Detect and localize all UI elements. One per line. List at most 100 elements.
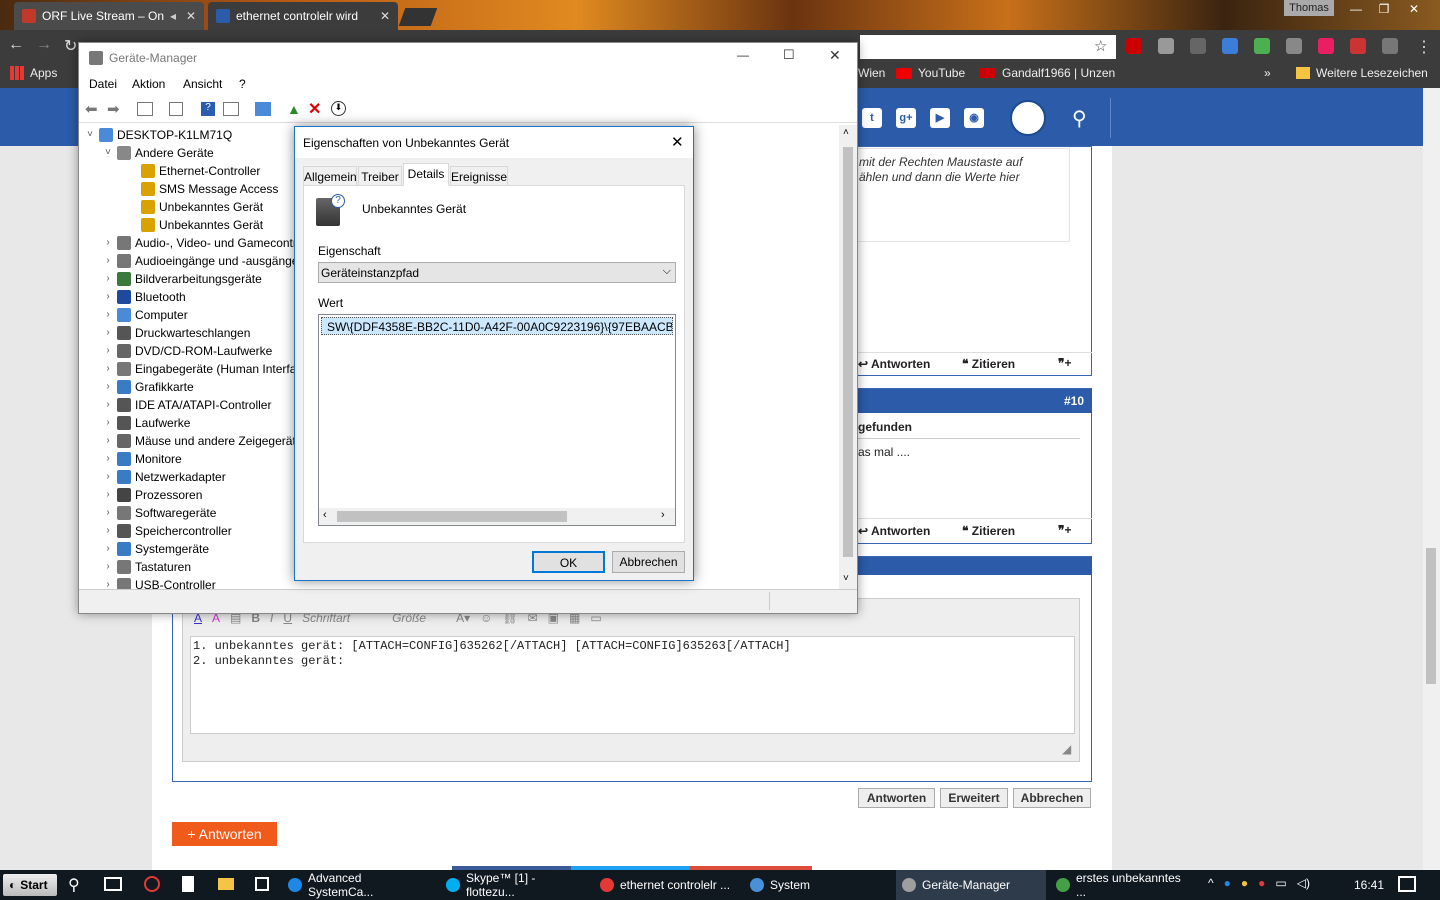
site-logo-icon[interactable] [1010, 100, 1046, 136]
view-icon[interactable] [137, 102, 153, 116]
scroll-thumb[interactable] [1426, 548, 1436, 684]
chevron-right-icon[interactable]: › [103, 522, 113, 540]
tree-root[interactable]: ˅ DESKTOP-K1LM71Q [85, 126, 232, 144]
resize-handle-icon[interactable]: ◢ [1062, 742, 1071, 756]
chevron-up-icon[interactable]: ^ [1208, 876, 1214, 890]
bookmark-apps[interactable]: Apps [10, 66, 57, 80]
menu-aktion[interactable]: Aktion [132, 77, 165, 91]
close-icon[interactable]: ✕ [671, 133, 684, 151]
menu-help[interactable]: ? [239, 77, 246, 91]
cancel-button[interactable]: Abbrechen [1013, 788, 1091, 808]
bookmarks-overflow[interactable]: » [1264, 66, 1271, 80]
scroll-thumb[interactable] [843, 147, 853, 557]
chevron-right-icon[interactable]: › [103, 468, 113, 486]
extension-icon[interactable] [1190, 38, 1206, 54]
minimize-icon[interactable]: — [1342, 0, 1370, 18]
reply-button[interactable]: Antworten [858, 788, 935, 808]
forward-icon[interactable]: → [36, 36, 52, 54]
chevron-right-icon[interactable]: › [103, 252, 113, 270]
reload-icon[interactable]: ↻ [64, 36, 77, 56]
tree-item-category[interactable]: › Audioeingänge und -ausgänge [103, 252, 298, 270]
chevron-right-icon[interactable]: › [103, 288, 113, 306]
extension-icon[interactable] [1350, 38, 1366, 54]
tree-item-category[interactable]: › Monitore [103, 450, 182, 468]
start-button[interactable]: ◐ Start [3, 874, 57, 896]
taskbar-item[interactable]: Advanced SystemCa... [282, 870, 436, 900]
view2-icon[interactable] [223, 102, 239, 116]
restore-icon[interactable]: ❐ [1370, 0, 1398, 18]
value-row[interactable]: SW\{DDF4358E-BB2C-11D0-A42F-00A0C9223196… [321, 317, 673, 335]
h-scrollbar[interactable]: ‹ › [319, 508, 675, 525]
download-icon[interactable] [1382, 38, 1398, 54]
chevron-right-icon[interactable]: › [103, 324, 113, 342]
menu-ansicht[interactable]: Ansicht [183, 77, 222, 91]
property-select[interactable]: Geräteinstanzpfad ⌵ [318, 262, 676, 283]
tree-item-category[interactable]: › Bildverarbeitungsgeräte [103, 270, 262, 288]
ok-button[interactable]: OK [532, 551, 605, 573]
big-reply-button[interactable]: + Antworten [172, 822, 277, 846]
minimize-icon[interactable]: — [737, 48, 749, 62]
scroll-up-icon[interactable]: ˄ [843, 127, 849, 138]
store-icon[interactable] [255, 877, 269, 891]
quote-link[interactable]: ❝ Zitieren [962, 524, 1015, 538]
scroll-left-icon[interactable]: ‹ [323, 509, 327, 521]
scroll-right-icon[interactable]: › [661, 509, 665, 521]
reply-link[interactable]: ↩ Antworten [858, 524, 930, 538]
tree-item-category[interactable]: › Softwaregeräte [103, 504, 216, 522]
tree-item-category[interactable]: › Systemgeräte [103, 540, 209, 558]
tree-item-category[interactable]: › Netzwerkadapter [103, 468, 226, 486]
chevron-right-icon[interactable]: › [103, 432, 113, 450]
tree-item-device[interactable]: SMS Message Access [141, 180, 278, 198]
close-icon[interactable]: ✕ [380, 9, 390, 23]
chevron-right-icon[interactable]: › [103, 342, 113, 360]
tree-item-category[interactable]: › Computer [103, 306, 188, 324]
tree-item-category[interactable]: › IDE ATA/ATAPI-Controller [103, 396, 271, 414]
tab-ethernet[interactable]: ethernet controlelr wird ✕ [208, 2, 398, 30]
address-bar[interactable] [860, 35, 1116, 59]
warning-tray-icon[interactable]: ● [1241, 876, 1248, 890]
pinwheel-icon[interactable] [1318, 38, 1334, 54]
quote-link[interactable]: ❝ Zitieren [962, 357, 1015, 371]
page-scrollbar[interactable] [1423, 88, 1440, 870]
value-list[interactable]: SW\{DDF4358E-BB2C-11D0-A42F-00A0C9223196… [318, 314, 676, 526]
tree-item-category[interactable]: › Tastaturen [103, 558, 191, 576]
chevron-right-icon[interactable]: › [103, 378, 113, 396]
app-tray-icon[interactable]: ● [1224, 876, 1231, 890]
youtube-icon[interactable]: ▶ [930, 108, 950, 128]
reply-link[interactable]: ↩ Antworten [858, 357, 930, 371]
chevron-right-icon[interactable]: › [103, 396, 113, 414]
clock[interactable]: 16:41 [1354, 878, 1384, 892]
extended-button[interactable]: Erweitert [940, 788, 1008, 808]
volume-icon[interactable]: ◁) [1297, 876, 1310, 890]
close-icon[interactable]: ✕ [829, 47, 841, 64]
chevron-right-icon[interactable]: › [103, 414, 113, 432]
chevron-down-icon[interactable]: ⌵ [663, 265, 671, 278]
tab-orf[interactable]: ORF Live Stream – On ◂ ✕ [14, 2, 204, 30]
tree-item-category[interactable]: › Druckwarteschlangen [103, 324, 250, 342]
multiquote-icon[interactable]: ❞+ [1058, 356, 1071, 370]
app-icon[interactable] [144, 876, 160, 892]
properties-icon[interactable] [169, 102, 183, 116]
download-icon[interactable] [1286, 38, 1302, 54]
search-icon[interactable]: ⚲ [68, 875, 80, 895]
chevron-right-icon[interactable]: › [103, 450, 113, 468]
close-window-icon[interactable]: ✕ [1400, 0, 1428, 18]
close-icon[interactable]: ✕ [186, 9, 196, 23]
tree-item-category[interactable]: › Laufwerke [103, 414, 190, 432]
tree-item-device[interactable]: Unbekanntes Gerät [141, 216, 263, 234]
update-driver-icon[interactable]: ▲ [287, 101, 301, 117]
chevron-right-icon[interactable]: › [103, 576, 113, 589]
tree-item-category[interactable]: › Prozessoren [103, 486, 202, 504]
post-number[interactable]: #10 [1064, 394, 1084, 408]
tree-item-category[interactable]: › Speichercontroller [103, 522, 232, 540]
tree-item-category[interactable]: › Bluetooth [103, 288, 186, 306]
task-view-icon[interactable] [104, 877, 122, 891]
back-icon[interactable]: ← [8, 36, 24, 54]
tab-allgemein[interactable]: Allgemein [303, 166, 357, 186]
new-tab-button[interactable] [398, 8, 438, 26]
twitter-icon[interactable]: t [862, 108, 882, 128]
bookmark-gandalf[interactable]: Gandalf1966 | Unzen [980, 66, 1115, 80]
explorer-icon[interactable] [218, 878, 234, 890]
chevron-right-icon[interactable]: › [103, 558, 113, 576]
tree-item-device[interactable]: Unbekanntes Gerät [141, 198, 263, 216]
